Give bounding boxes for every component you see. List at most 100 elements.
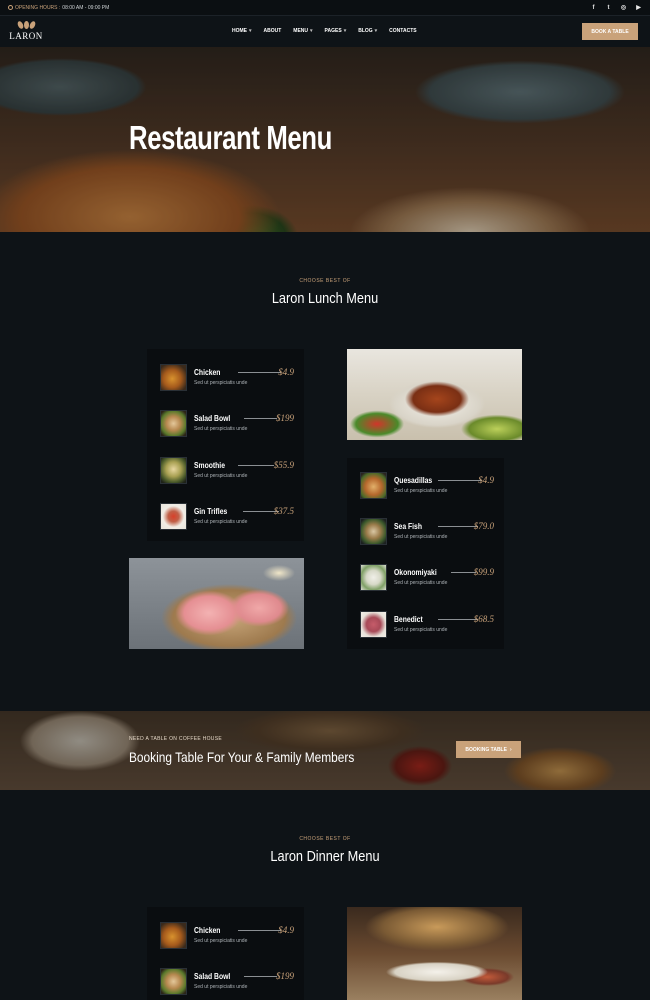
gin-trifles-thumbnail xyxy=(160,503,187,530)
grilled-chicken-photo xyxy=(347,349,522,440)
top-bar: OPENING HOURS : 08:00 AM - 09:00 PM f t … xyxy=(0,0,650,16)
nav-label: CONTACTS xyxy=(389,28,417,34)
nav-label: ABOUT xyxy=(263,28,282,34)
coffee-beans-icon xyxy=(16,20,37,30)
hours-value: 08:00 AM - 09:00 PM xyxy=(62,4,110,11)
opening-hours: OPENING HOURS : 08:00 AM - 09:00 PM xyxy=(8,5,109,11)
lunch-menu-card-right: Quesadillas $4.9 Sed ut perspiciatis und… xyxy=(347,458,504,649)
booking-table-button[interactable]: BOOKING TABLE › xyxy=(456,741,521,758)
menu-item[interactable]: Quesadillas $4.9 Sed ut perspiciatis und… xyxy=(360,470,494,500)
menu-item-desc: Sed ut perspiciatis unde xyxy=(194,984,248,990)
quesadillas-thumbnail xyxy=(360,472,387,499)
menu-item-name: Chicken xyxy=(194,368,221,377)
book-a-table-button[interactable]: BOOK A TABLE xyxy=(582,23,638,40)
lunch-title: Laron Lunch Menu xyxy=(271,290,379,307)
menu-item-divider xyxy=(438,526,478,527)
menu-item-desc: Sed ut perspiciatis unde xyxy=(394,488,448,494)
menu-item[interactable]: Sea Fish $79.0 Sed ut perspiciatis unde xyxy=(360,516,494,546)
dinner-table-photo xyxy=(347,907,522,1000)
menu-item-price: $199 xyxy=(276,413,294,423)
nav-label: MENU xyxy=(293,28,309,34)
menu-item[interactable]: Salad Bowl $199 Sed ut perspiciatis unde xyxy=(160,966,294,996)
menu-item-desc: Sed ut perspiciatis unde xyxy=(394,580,448,586)
nav-label: BLOG xyxy=(358,28,373,34)
lunch-menu-card-left: Chicken $4.9 Sed ut perspiciatis unde Sa… xyxy=(147,349,304,541)
chevron-down-icon: ▾ xyxy=(374,28,378,34)
benedict-thumbnail xyxy=(360,611,387,638)
menu-item[interactable]: Chicken $4.9 Sed ut perspiciatis unde xyxy=(160,920,294,950)
menu-item-desc: Sed ut perspiciatis unde xyxy=(194,938,248,944)
menu-item-name: Quesadillas xyxy=(394,476,433,485)
menu-item[interactable]: Gin Trifles $37.5 Sed ut perspiciatis un… xyxy=(160,501,294,531)
dinner-menu-card-left: Chicken $4.9 Sed ut perspiciatis unde Sa… xyxy=(147,907,304,1000)
booking-title: Booking Table For Your & Family Members xyxy=(129,749,355,765)
nav-pages[interactable]: PAGES ▾ xyxy=(325,28,347,34)
chevron-down-icon: ▾ xyxy=(343,28,347,34)
facebook-icon[interactable]: f xyxy=(590,5,597,11)
menu-item[interactable]: Benedict $68.5 Sed ut perspiciatis unde xyxy=(360,609,494,639)
menu-item-divider xyxy=(244,418,277,419)
booking-subtitle: NEED A TABLE ON COFFEE HOUSE xyxy=(129,736,222,742)
menu-item-desc: Sed ut perspiciatis unde xyxy=(394,627,448,633)
lunch-subtitle: CHOOSE BEST OF xyxy=(299,278,351,284)
menu-item-price: $55.9 xyxy=(273,460,294,470)
nav-home[interactable]: HOME ▾ xyxy=(232,28,252,34)
menu-item-name: Gin Trifles xyxy=(194,507,228,516)
salad-bowl-thumbnail xyxy=(160,410,187,437)
nav-menu[interactable]: MENU ▾ xyxy=(293,28,312,34)
menu-item-price: $4.9 xyxy=(278,367,294,377)
menu-item-divider xyxy=(244,976,277,977)
menu-item-divider xyxy=(238,372,281,373)
chevron-down-icon: ▾ xyxy=(310,28,313,34)
menu-item-name: Sea Fish xyxy=(394,522,422,531)
menu-item-divider xyxy=(438,619,478,620)
menu-item[interactable]: Chicken $4.9 Sed ut perspiciatis unde xyxy=(160,362,294,392)
chicken-thumbnail xyxy=(160,364,187,391)
menu-item-name: Okonomiyaki xyxy=(394,568,437,577)
menu-item-price: $37.5 xyxy=(273,506,294,516)
salad-bowl-thumbnail xyxy=(160,968,187,995)
nav-contacts[interactable]: CONTACTS xyxy=(389,28,416,34)
menu-item[interactable]: Okonomiyaki $99.9 Sed ut perspiciatis un… xyxy=(360,562,494,592)
twitter-icon[interactable]: t xyxy=(605,5,612,11)
menu-item-name: Salad Bowl xyxy=(194,414,231,423)
logo-text: LARON xyxy=(9,31,43,41)
menu-item-price: $79.0 xyxy=(473,521,494,531)
dinner-subtitle: CHOOSE BEST OF xyxy=(299,836,351,842)
menu-item-name: Benedict xyxy=(394,615,423,624)
menu-item-price: $199 xyxy=(276,971,294,981)
main-nav: HOME ▾ ABOUT MENU ▾ PAGES ▾ BLOG ▾ CONTACTS xyxy=(232,28,429,34)
clock-icon xyxy=(8,5,13,10)
menu-item-desc: Sed ut perspiciatis unde xyxy=(194,473,248,479)
menu-item[interactable]: Salad Bowl $199 Sed ut perspiciatis unde xyxy=(160,408,294,438)
logo[interactable]: LARON xyxy=(8,20,44,44)
menu-item-divider xyxy=(451,572,476,573)
nav-label: PAGES xyxy=(324,28,342,34)
nav-about[interactable]: ABOUT xyxy=(264,28,282,34)
social-links: f t ◎ ▶ xyxy=(590,4,642,12)
nav-blog[interactable]: BLOG ▾ xyxy=(358,28,377,34)
sea-fish-thumbnail xyxy=(360,518,387,545)
nav-label: HOME xyxy=(232,28,247,34)
menu-item-desc: Sed ut perspiciatis unde xyxy=(394,534,448,540)
chicken-thumbnail xyxy=(160,922,187,949)
chevron-right-icon: › xyxy=(509,746,512,753)
menu-item[interactable]: Smoothie $55.9 Sed ut perspiciatis unde xyxy=(160,455,294,485)
menu-item-desc: Sed ut perspiciatis unde xyxy=(194,519,248,525)
button-label: BOOKING TABLE xyxy=(465,746,507,753)
chevron-down-icon: ▾ xyxy=(249,28,252,34)
page-title: Restaurant Menu xyxy=(129,119,332,156)
menu-item-name: Chicken xyxy=(194,926,221,935)
hero-banner: Restaurant Menu xyxy=(0,47,650,232)
hours-label: OPENING HOURS : xyxy=(15,4,61,11)
youtube-icon[interactable]: ▶ xyxy=(635,4,642,11)
menu-item-divider xyxy=(238,465,274,466)
menu-item-price: $4.9 xyxy=(478,475,494,485)
menu-item-divider xyxy=(238,930,281,931)
menu-item-price: $99.9 xyxy=(473,567,494,577)
menu-item-name: Salad Bowl xyxy=(194,972,231,981)
menu-item-name: Smoothie xyxy=(194,461,225,470)
menu-item-desc: Sed ut perspiciatis unde xyxy=(194,426,248,432)
menu-item-divider xyxy=(438,480,482,481)
instagram-icon[interactable]: ◎ xyxy=(620,4,627,11)
